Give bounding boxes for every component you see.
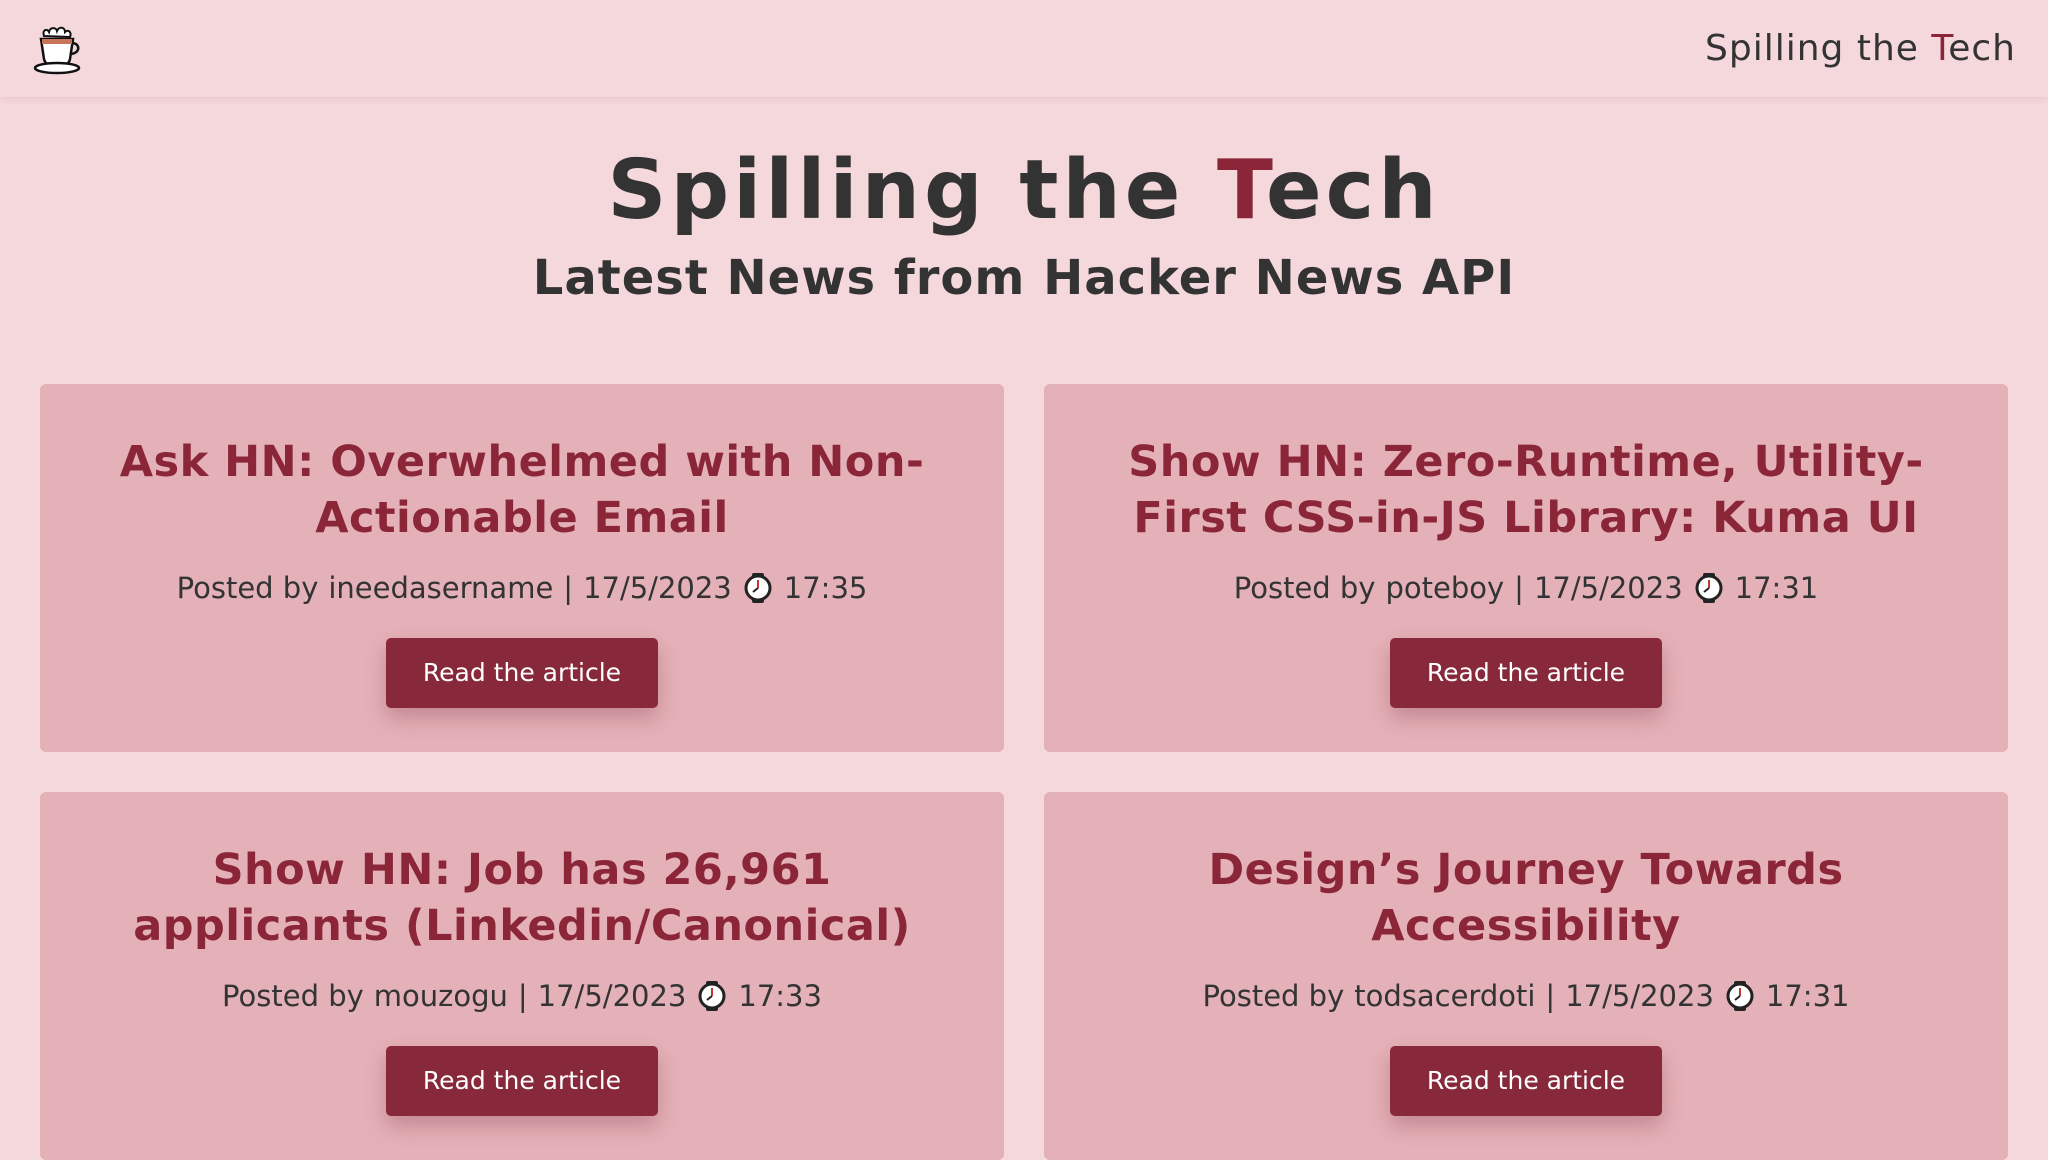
article-meta: Posted by poteboy | 17/5/2023 17:31 — [1044, 568, 2008, 608]
article-time: 17:35 — [783, 571, 868, 605]
article-title: Ask HN: Overwhelmed with Non-Actionable … — [119, 437, 925, 543]
navbar: Spilling the Tech — [0, 0, 2048, 97]
article-card: Design’s Journey Towards Accessibility P… — [1044, 792, 2008, 1160]
read-article-button[interactable]: Read the article — [1390, 1046, 1662, 1116]
coffee-cup-icon[interactable] — [30, 21, 86, 77]
article-date: 17/5/2023 — [1565, 979, 1714, 1013]
title-accent: T — [1216, 143, 1266, 238]
article-meta: Posted by ineedasername | 17/5/2023 17:3… — [40, 568, 1004, 608]
meta-separator: | — [1514, 571, 1524, 605]
article-author: todsacerdoti — [1354, 979, 1536, 1013]
watch-icon — [698, 981, 726, 1011]
page-subtitle: Latest News from Hacker News API — [532, 250, 1516, 306]
meta-separator: | — [1545, 979, 1556, 1013]
article-author: ineedasername — [328, 571, 554, 605]
watch-icon — [744, 573, 772, 603]
posted-by-label: Posted by — [1233, 571, 1376, 605]
article-time: 17:31 — [1734, 571, 1819, 605]
posted-by-label: Posted by — [222, 979, 364, 1013]
article-date: 17/5/2023 — [583, 571, 732, 605]
article-time: 17:33 — [738, 979, 822, 1013]
article-title: Design’s Journey Towards Accessibility — [1208, 845, 1844, 951]
read-article-button[interactable]: Read the article — [1390, 638, 1662, 708]
meta-separator: | — [563, 571, 574, 605]
article-card: Ask HN: Overwhelmed with Non-Actionable … — [40, 384, 1004, 752]
article-title: Show HN: Job has 26,961 applicants (Link… — [133, 845, 911, 951]
read-article-button[interactable]: Read the article — [386, 638, 658, 708]
article-author: mouzogu — [373, 979, 508, 1013]
article-meta: Posted by todsacerdoti | 17/5/2023 17:31 — [1044, 976, 2008, 1016]
title-post: ech — [1265, 143, 1441, 238]
nav-brand-pre: Spilling the — [1705, 28, 1932, 69]
article-meta: Posted by mouzogu | 17/5/2023 17:33 — [40, 976, 1004, 1016]
article-card: Show HN: Zero-Runtime, Utility-First CSS… — [1044, 384, 2008, 752]
nav-brand-link[interactable]: Spilling the Tech — [1705, 28, 2016, 69]
article-card: Show HN: Job has 26,961 applicants (Link… — [40, 792, 1004, 1160]
nav-brand-post: ech — [1948, 28, 2016, 69]
hero: Spilling the Tech Latest News from Hacke… — [0, 150, 2048, 306]
article-title: Show HN: Zero-Runtime, Utility-First CSS… — [1128, 437, 1924, 543]
article-time: 17:31 — [1765, 979, 1850, 1013]
watch-icon — [1695, 573, 1723, 603]
read-article-button[interactable]: Read the article — [386, 1046, 658, 1116]
article-date: 17/5/2023 — [537, 979, 687, 1013]
watch-icon — [1726, 981, 1754, 1011]
posted-by-label: Posted by — [176, 571, 319, 605]
article-date: 17/5/2023 — [1533, 571, 1683, 605]
page-title: Spilling the Tech — [0, 150, 2048, 232]
nav-brand-accent: T — [1931, 28, 1949, 69]
article-author: poteboy — [1385, 571, 1505, 605]
title-pre: Spilling the — [607, 143, 1217, 238]
posted-by-label: Posted by — [1202, 979, 1345, 1013]
meta-separator: | — [517, 979, 528, 1013]
